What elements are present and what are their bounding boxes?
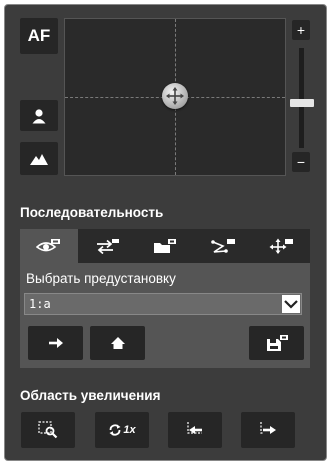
pan-tilt-knob[interactable]	[162, 83, 188, 109]
sequence-title: Последовательность	[20, 205, 164, 220]
save-preset-icon	[266, 335, 288, 351]
zoom-area-title: Область увеличения	[20, 388, 161, 403]
tab-tour[interactable]	[194, 229, 252, 263]
go-to-preset-button[interactable]	[28, 326, 83, 360]
zoom-select-icon	[38, 421, 58, 439]
tab-preview[interactable]	[20, 229, 78, 263]
zoom-rate-label: 1x	[123, 424, 136, 436]
chevron-down-icon[interactable]	[282, 295, 300, 313]
preset-select[interactable]: 1:a	[24, 293, 302, 315]
zoom-area-select-button[interactable]	[21, 412, 75, 448]
mountains-icon	[30, 153, 48, 165]
move-arrows-icon	[166, 87, 184, 105]
zoom-in-button[interactable]: +	[292, 20, 310, 40]
refresh-icon	[109, 424, 121, 436]
eye-icon	[36, 239, 60, 252]
zoom-area-forward-button[interactable]	[241, 412, 295, 448]
zoom-area-back-button[interactable]	[168, 412, 222, 448]
corner-arrow-left-icon	[187, 422, 202, 434]
tab-group[interactable]	[136, 229, 194, 263]
home-icon	[110, 337, 125, 349]
landscape-button[interactable]	[20, 142, 58, 175]
route-icon	[211, 239, 235, 253]
preset-label: Выбрать предустановку	[26, 271, 176, 286]
person-button[interactable]	[20, 100, 58, 131]
zoom-rate-button[interactable]: 1x	[95, 412, 149, 448]
tab-sequence-cycle[interactable]	[78, 229, 136, 263]
autofocus-button[interactable]: AF	[20, 18, 58, 54]
arrow-right-icon	[48, 338, 63, 348]
pan-tilt-pad[interactable]	[64, 18, 286, 176]
corner-arrow-right-icon	[260, 422, 276, 434]
swap-icon	[97, 239, 119, 254]
zoom-slider-thumb[interactable]	[290, 98, 314, 107]
move-icon	[269, 238, 293, 254]
sequence-tabs	[20, 229, 310, 263]
person-icon	[32, 108, 46, 123]
folder-icon	[154, 239, 176, 253]
save-preset-button[interactable]	[249, 326, 304, 360]
zoom-out-button[interactable]: −	[292, 152, 310, 172]
preset-select-value: 1:a	[29, 297, 51, 311]
home-position-button[interactable]	[90, 326, 145, 360]
tab-patrol[interactable]	[252, 229, 310, 263]
